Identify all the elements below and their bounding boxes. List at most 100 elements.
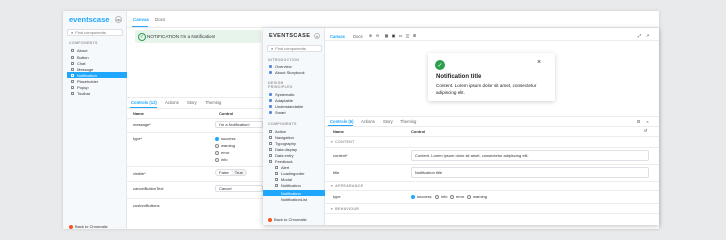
back-addon-tab-theming[interactable]: Theming xyxy=(205,100,221,105)
radio-icon xyxy=(411,194,415,199)
front-addon-tab-theming[interactable]: Theming xyxy=(400,119,416,124)
back-menu-icon[interactable]: ••• xyxy=(115,16,122,23)
front-addons-divider xyxy=(325,116,659,117)
back-control-custom-label: customButtons xyxy=(133,203,160,208)
sidebar-item[interactable]: Understandable xyxy=(269,104,303,109)
sidebar-item[interactable]: Smart xyxy=(269,110,286,115)
chevron-down-icon: ▾ xyxy=(331,207,334,211)
back-addon-tab-controls[interactable]: Controls (12) xyxy=(131,100,157,105)
folder-icon xyxy=(275,172,278,175)
back-to-chromatic-link[interactable]: Back to Chromatic xyxy=(69,224,108,229)
back-visible-toggle[interactable]: False True xyxy=(215,169,247,176)
zoom-out-icon[interactable]: ⊖ xyxy=(375,33,380,38)
sidebar-subitem[interactable]: Modal xyxy=(275,177,292,182)
back-type-option[interactable]: error xyxy=(215,150,229,155)
folder-icon xyxy=(269,160,272,163)
sidebar-item[interactable]: Action xyxy=(269,129,286,134)
sidebar-item-active[interactable]: Notification xyxy=(67,72,127,78)
chevron-down-icon: ▾ xyxy=(331,184,334,188)
sidebar-item[interactable]: Placeholder xyxy=(71,79,98,84)
front-addon-tab-controls[interactable]: Controls (6) xyxy=(330,119,354,124)
folder-icon xyxy=(275,184,278,187)
open-new-tab-icon[interactable]: ↗ xyxy=(645,33,650,38)
front-toolbar-divider xyxy=(325,40,659,41)
title-textarea[interactable]: Notification title xyxy=(411,167,649,178)
front-addon-tab-story[interactable]: Story xyxy=(383,119,393,124)
sidebar-subitem[interactable]: NotificationList xyxy=(281,197,307,202)
background-icon[interactable]: ▣ xyxy=(391,33,396,38)
sidebar-subitem[interactable]: Loadingorder xyxy=(275,171,305,176)
viewport-icon[interactable]: ▭ xyxy=(398,33,403,38)
sidebar-item[interactable]: Chat xyxy=(71,61,85,66)
sidebar-item[interactable]: Overview xyxy=(269,64,292,69)
page-icon xyxy=(269,65,272,68)
zoom-in-icon[interactable]: ⊕ xyxy=(368,33,373,38)
toast-title: Notification title xyxy=(436,74,482,80)
type-option[interactable]: warning xyxy=(467,194,487,199)
sidebar-item[interactable]: Systematic xyxy=(269,92,295,97)
back-type-option[interactable]: success xyxy=(215,136,235,141)
type-option[interactable]: info xyxy=(435,194,447,199)
back-addon-tab-story[interactable]: Story xyxy=(187,100,197,105)
sidebar-item[interactable]: Popup xyxy=(71,85,89,90)
chevron-down-icon: ▾ xyxy=(331,140,334,144)
type-option[interactable]: success xyxy=(411,194,431,199)
search-icon: ⌕ xyxy=(71,30,74,35)
back-search-input[interactable]: ⌕ Find components xyxy=(67,29,123,36)
reset-icon[interactable]: ↺ xyxy=(643,128,648,133)
grid-icon[interactable]: ▦ xyxy=(384,33,389,38)
front-tab-canvas[interactable]: Canvas xyxy=(330,34,345,39)
toast-close-icon[interactable]: × xyxy=(537,59,541,66)
front-row-divider xyxy=(325,213,659,214)
back-control-message-label: message* xyxy=(133,122,151,127)
panel-close-icon[interactable]: × xyxy=(645,119,650,124)
fullscreen-icon[interactable]: ⤢ xyxy=(637,33,642,38)
folder-icon xyxy=(71,49,74,52)
front-logo: EVENTSCASE xyxy=(269,33,311,39)
radio-icon xyxy=(435,194,439,199)
sidebar-item[interactable]: Feedback xyxy=(269,159,293,164)
sidebar-subitem[interactable]: Alert xyxy=(275,165,289,170)
measure-icon[interactable]: ⊞ xyxy=(412,33,417,38)
sidebar-subitem[interactable]: Notification xyxy=(275,183,301,188)
sidebar-item-active[interactable]: Notification xyxy=(263,190,325,196)
back-logo: eventscase xyxy=(69,15,110,24)
sidebar-item[interactable]: Adaptable xyxy=(269,98,293,103)
folder-icon xyxy=(71,80,74,83)
back-tab-canvas[interactable]: Canvas xyxy=(133,17,149,22)
panel-layout-icon[interactable]: ⊟ xyxy=(636,119,641,124)
back-addon-tab-actions[interactable]: Actions xyxy=(165,100,179,105)
back-cancel-field[interactable]: Cancel xyxy=(215,185,263,192)
sidebar-item[interactable]: About xyxy=(71,48,87,53)
sidebar-item[interactable]: Data entry xyxy=(269,153,293,158)
type-label: type xyxy=(333,194,341,199)
notification-toast: ✓ × Notification title Content. Lorem ip… xyxy=(428,53,555,101)
folder-icon xyxy=(269,130,272,133)
sidebar-item[interactable]: About Storybook xyxy=(269,70,305,75)
title-label: title xyxy=(333,170,340,175)
radio-icon xyxy=(215,143,219,148)
back-message-field[interactable]: I'm a Notification! xyxy=(215,121,263,128)
outline-icon[interactable]: ◫ xyxy=(405,33,410,38)
sidebar-item[interactable]: Toolbar xyxy=(71,91,90,96)
folder-icon xyxy=(71,62,74,65)
folder-icon xyxy=(71,92,74,95)
folder-icon xyxy=(71,86,74,89)
back-to-chromatic-link[interactable]: Back to Chromatic xyxy=(268,217,307,222)
back-type-option[interactable]: warning xyxy=(215,143,235,148)
front-section-components: COMPONENTS xyxy=(268,122,297,126)
content-textarea[interactable]: Content. Lorem ipsum dolor sit amet, con… xyxy=(411,150,649,161)
type-option[interactable]: error xyxy=(450,194,464,199)
section-behaviour: ▾ BEHAVIOUR xyxy=(331,207,360,211)
sidebar-item[interactable]: Button xyxy=(71,55,89,60)
back-type-option[interactable]: info xyxy=(215,157,227,162)
sidebar-item[interactable]: Navigation xyxy=(269,135,294,140)
back-tab-docs[interactable]: Docs xyxy=(155,17,165,22)
front-addon-tab-actions[interactable]: Actions xyxy=(361,119,375,124)
front-tab-docs[interactable]: Docs xyxy=(353,34,363,39)
back-control-cancel-label: cancelButtonText xyxy=(133,186,164,191)
sidebar-item[interactable]: Typography xyxy=(269,141,296,146)
sidebar-item[interactable]: Data display xyxy=(269,147,297,152)
front-search-input[interactable]: ⌕ Find components xyxy=(267,45,322,52)
front-collapse-icon[interactable]: « xyxy=(314,33,320,39)
